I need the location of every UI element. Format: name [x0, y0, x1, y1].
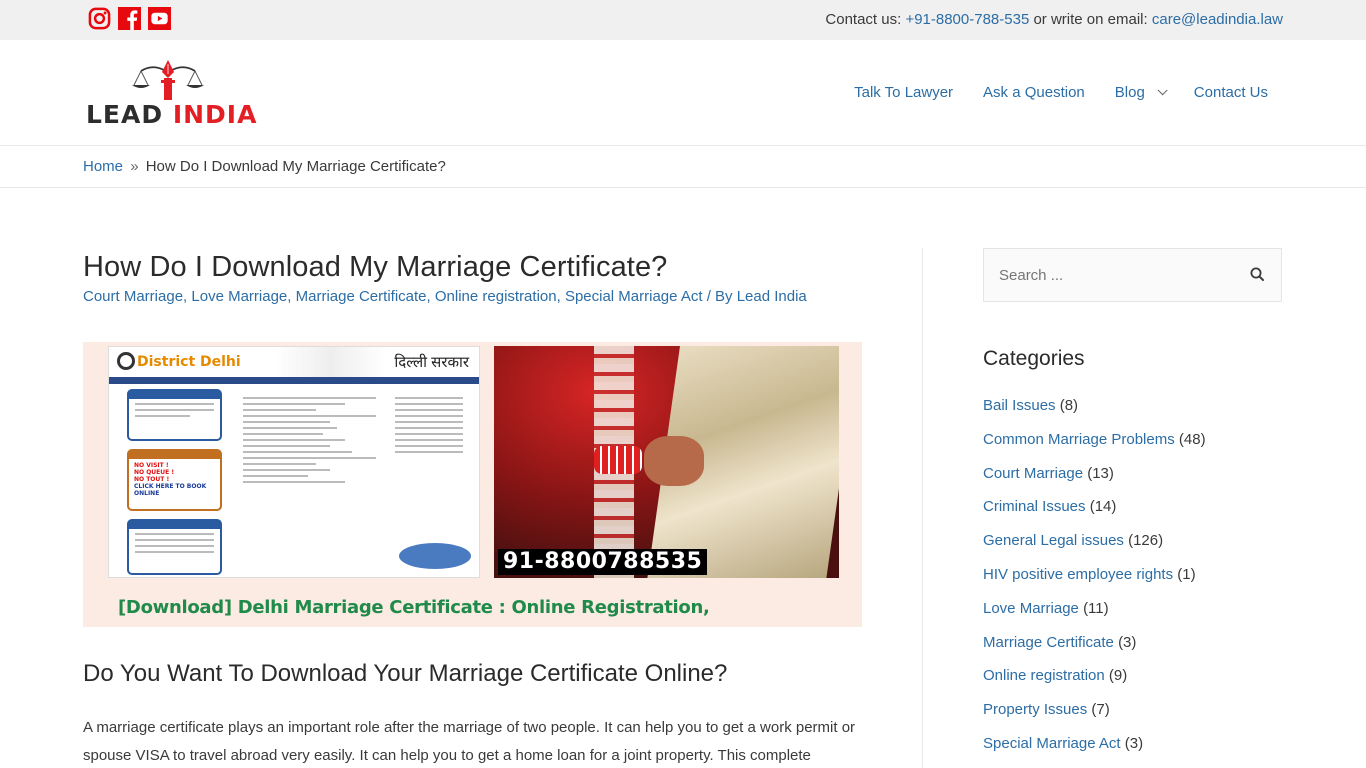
category-link[interactable]: Special Marriage Act: [983, 735, 1121, 752]
category-link[interactable]: Love Marriage: [191, 288, 287, 305]
category-item: Special Marriage Act (3): [983, 734, 1282, 768]
category-item: Property Issues (7): [983, 700, 1282, 734]
site-logo[interactable]: LEAD INDIA: [86, 58, 256, 130]
post-meta: Court Marriage, Love Marriage, Marriage …: [83, 288, 807, 305]
chevron-down-icon: [1157, 85, 1168, 96]
category-item: HIV positive employee rights (1): [983, 565, 1282, 599]
search-icon: [1250, 267, 1264, 281]
category-link[interactable]: HIV positive employee rights: [983, 566, 1173, 583]
category-link[interactable]: Court Marriage: [83, 288, 183, 305]
nav-blog-label: Blog: [1114, 84, 1145, 101]
portal-quick-links: [389, 393, 469, 457]
category-link[interactable]: Criminal Issues: [983, 498, 1086, 515]
category-link[interactable]: Special Marriage Act: [565, 288, 703, 305]
top-bar: Contact us: +91-8800-788-535 or write on…: [0, 0, 1366, 40]
article-paragraph: A marriage certificate plays an importan…: [83, 719, 856, 764]
breadcrumb-bar: Home » How Do I Download My Marriage Cer…: [0, 146, 1366, 188]
category-item: General Legal issues (126): [983, 531, 1282, 565]
category-item: Marriage Certificate (3): [983, 633, 1282, 667]
category-item: Common Marriage Problems (48): [983, 430, 1282, 464]
image-caption: [Download] Delhi Marriage Certificate : …: [118, 597, 710, 618]
category-link[interactable]: Online registration: [435, 288, 557, 305]
featured-image: District Delhi दिल्ली सरकार NO VISIT ! N…: [83, 342, 862, 627]
contact-prefix: Contact us:: [825, 11, 902, 28]
author-link[interactable]: Lead India: [737, 288, 807, 305]
category-link[interactable]: Love Marriage: [983, 600, 1079, 617]
information-box: NO VISIT ! NO QUEUE ! NO TOUT ! CLICK HE…: [127, 449, 222, 511]
nav-ask-a-question[interactable]: Ask a Question: [983, 84, 1085, 101]
breadcrumb-home[interactable]: Home: [83, 158, 123, 175]
category-count: (3): [1118, 633, 1137, 651]
search-form: [983, 248, 1282, 302]
nav-blog[interactable]: Blog: [1114, 84, 1168, 101]
portal-screenshot: District Delhi दिल्ली सरकार NO VISIT ! N…: [108, 346, 480, 578]
youtube-icon: [151, 12, 168, 25]
category-link[interactable]: Marriage Certificate: [983, 634, 1114, 651]
portal-services-list: [237, 393, 382, 487]
wedding-photo: 91-8800788535: [494, 346, 839, 578]
category-count: (8): [1059, 397, 1079, 414]
logo-wordmark: LEAD INDIA: [86, 100, 258, 129]
search-input[interactable]: [984, 249, 1234, 301]
breadcrumb: Home » How Do I Download My Marriage Cer…: [83, 158, 446, 175]
categories-title: Categories: [983, 347, 1085, 370]
breadcrumb-separator: »: [130, 158, 139, 175]
top-contact: Contact us: +91-8800-788-535 or write on…: [825, 11, 1283, 28]
breadcrumb-current: How Do I Download My Marriage Certificat…: [145, 158, 446, 175]
category-count: (13): [1087, 464, 1114, 482]
main-nav: Talk To Lawyer Ask a Question Blog Conta…: [854, 84, 1268, 101]
category-link[interactable]: Property Issues: [983, 701, 1087, 718]
category-link[interactable]: Online registration: [983, 667, 1105, 684]
category-item: Love Marriage (11): [983, 599, 1282, 633]
facebook-icon: [127, 10, 138, 30]
category-count: (7): [1091, 701, 1110, 719]
author-prefix: / By: [706, 288, 733, 305]
nav-talk-to-lawyer[interactable]: Talk To Lawyer: [854, 84, 953, 101]
portal-logo-icon: [117, 352, 135, 370]
category-count: (3): [1124, 734, 1144, 752]
categories-list: Bail Issues (8) Common Marriage Problems…: [983, 396, 1282, 768]
category-link[interactable]: Common Marriage Problems: [983, 431, 1175, 448]
instagram-link[interactable]: [88, 7, 111, 30]
category-item: Criminal Issues (14): [983, 497, 1282, 531]
instagram-icon: [88, 7, 111, 30]
category-item: Bail Issues (8): [983, 396, 1282, 430]
scales-pen-icon: [132, 60, 204, 100]
category-count: (48): [1178, 430, 1206, 448]
category-link[interactable]: Bail Issues: [983, 397, 1056, 414]
sidebar: Categories Bail Issues (8) Common Marria…: [983, 248, 1282, 768]
sms-badge: [399, 543, 471, 569]
whats-new-box: [127, 389, 222, 441]
social-links: [88, 7, 171, 30]
hindi-label: दिल्ली सरकार: [394, 354, 469, 371]
category-link[interactable]: Court Marriage: [983, 465, 1083, 482]
category-count: (9): [1108, 667, 1128, 685]
category-count: (1): [1177, 565, 1196, 583]
email-link[interactable]: care@leadindia.law: [1152, 11, 1283, 28]
category-link[interactable]: General Legal issues: [983, 532, 1124, 549]
content-divider: [922, 248, 923, 768]
category-item: Online registration (9): [983, 666, 1282, 700]
nav-contact-us[interactable]: Contact Us: [1194, 84, 1268, 101]
email-prefix: or write on email:: [1033, 11, 1148, 28]
category-count: (14): [1089, 498, 1117, 516]
category-item: Court Marriage (13): [983, 464, 1282, 498]
facebook-link[interactable]: [118, 7, 141, 30]
youtube-link[interactable]: [148, 7, 171, 30]
portal-nav-strip: [109, 377, 479, 384]
category-link[interactable]: Marriage Certificate: [296, 288, 427, 305]
page-title: How Do I Download My Marriage Certificat…: [83, 251, 668, 283]
category-count: (126): [1128, 532, 1164, 550]
section-heading: Do You Want To Download Your Marriage Ce…: [83, 660, 728, 687]
site-header: LEAD INDIA Talk To Lawyer Ask a Question…: [0, 40, 1366, 146]
search-button[interactable]: [1249, 266, 1267, 284]
portal-logo: District Delhi: [117, 352, 241, 370]
phone-overlay: 91-8800788535: [498, 549, 708, 575]
phone-link[interactable]: +91-8800-788-535: [905, 11, 1029, 28]
statistics-box: [127, 519, 222, 575]
article: How Do I Download My Marriage Certificat…: [83, 248, 863, 764]
category-count: (11): [1083, 599, 1109, 617]
